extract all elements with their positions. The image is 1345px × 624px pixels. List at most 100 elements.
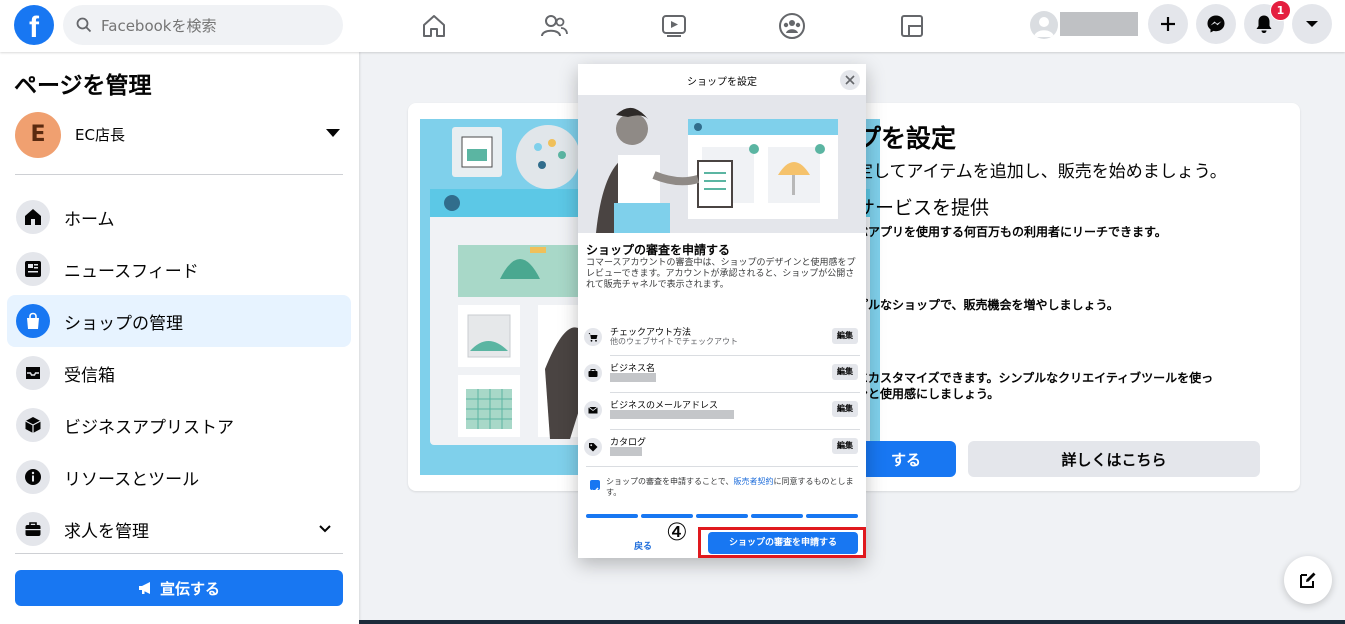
learn-more-button[interactable]: 詳しくはこちら: [968, 441, 1260, 477]
search-input[interactable]: [99, 5, 333, 47]
close-button[interactable]: [840, 70, 860, 90]
background-subtitle: サービスを提供: [856, 197, 990, 219]
search-icon: [76, 17, 92, 33]
bell-icon: [1256, 15, 1272, 33]
search-bar[interactable]: [63, 5, 343, 47]
home-icon: [25, 209, 41, 225]
compose-icon: [1300, 572, 1316, 588]
row-divider: [610, 355, 860, 356]
account-menu-button[interactable]: [1292, 4, 1332, 44]
row-divider: [586, 466, 858, 467]
row-divider: [610, 392, 860, 393]
terms-prefix: ショップの審査を申請することで、: [606, 477, 734, 486]
terms-text: ショップの審査を申請することで、販売者契約に同意するものとします。: [606, 476, 858, 498]
promote-button[interactable]: 宣伝する: [15, 570, 343, 606]
inbox-icon: [26, 367, 40, 379]
background-text: プルなショップで、販売機会を増やしましょう。: [856, 298, 1119, 312]
info-icon: [25, 469, 41, 485]
edit-button[interactable]: 編集: [832, 328, 858, 344]
dialog-description: コマースアカウントの審査中は、ショップのデザインと使用感をプレビューできます。ア…: [586, 258, 856, 290]
edit-button[interactable]: 編集: [832, 364, 858, 380]
shop-setup-dialog: ショップを設定 ショップの審査を申請する コマースアカウントの審査中は、ショップ…: [578, 64, 866, 558]
profile-name-redacted[interactable]: [1060, 12, 1138, 36]
terms-checkbox[interactable]: [590, 480, 600, 494]
sidebar-item-label: ビジネスアプリストア: [64, 417, 234, 438]
gaming-icon: [901, 15, 923, 37]
page-switcher-caret-icon[interactable]: [326, 129, 340, 137]
sidebar-item-shop-management[interactable]: ショップの管理: [7, 295, 351, 347]
highlight-box: [698, 527, 866, 558]
groups-icon: [779, 13, 805, 39]
news-feed-icon: [25, 261, 41, 277]
sidebar-item-resources-and-tools[interactable]: リソースとツール: [7, 451, 351, 503]
sidebar-divider: [15, 553, 343, 554]
briefcase-icon: [25, 522, 41, 536]
business-name-row: ビジネス名 編集: [584, 358, 860, 388]
sidebar-item-home[interactable]: ホーム: [7, 191, 351, 243]
shopping-bag-icon: [27, 312, 39, 329]
background-text: ぶアプリを使用する何百万もの利用者にリーチできます。: [856, 225, 1167, 239]
envelope-icon: [588, 406, 598, 414]
progress-segment: [586, 514, 638, 518]
home-icon: [423, 15, 445, 37]
messenger-icon: [1207, 15, 1225, 33]
cube-icon: [25, 417, 41, 433]
dialog-heading: ショップの審査を申請する: [586, 243, 731, 257]
page-name[interactable]: EC店長: [75, 124, 125, 145]
page-avatar[interactable]: E: [15, 112, 61, 158]
nav-gaming[interactable]: [882, 8, 942, 44]
sidebar-item-inbox[interactable]: 受信箱: [7, 347, 351, 399]
progress-segment: [806, 514, 858, 518]
megaphone-icon: [138, 582, 150, 594]
sidebar-item-news-feed[interactable]: ニュースフィード: [7, 243, 351, 295]
sidebar-title: ページを管理: [14, 73, 152, 99]
background-title: プを設定: [856, 124, 957, 153]
background-text: にカスタマイズできます。シンプルなクリエイティブツールを使っ: [856, 371, 1214, 385]
chevron-down-icon[interactable]: [317, 521, 333, 537]
dialog-title: ショップを設定: [687, 77, 757, 88]
sidebar-item-label: 受信箱: [64, 365, 115, 386]
sidebar-item-label: ニュースフィード: [64, 261, 199, 282]
nav-groups[interactable]: [762, 8, 822, 44]
create-button[interactable]: [1148, 4, 1188, 44]
video-icon: [662, 15, 686, 37]
catalog-redacted: [610, 447, 642, 456]
business-email-row: ビジネスのメールアドレス 編集: [584, 395, 860, 425]
close-icon: [845, 75, 855, 85]
sidebar-item-label: ショップの管理: [64, 313, 183, 334]
promote-button-label: 宣伝する: [159, 579, 220, 598]
sidebar-item-label: 求人を管理: [64, 521, 149, 542]
edit-button[interactable]: 編集: [832, 438, 858, 454]
step-number-annotation: ④: [666, 518, 688, 546]
new-message-button[interactable]: [1284, 556, 1332, 604]
cart-icon: [588, 333, 598, 342]
avatar[interactable]: [1030, 11, 1058, 39]
top-navigation-bar: f 1: [0, 0, 1345, 52]
edit-button[interactable]: 編集: [832, 401, 858, 417]
background-primary-button[interactable]: する: [856, 441, 956, 477]
seller-agreement-link[interactable]: 販売者契約: [733, 477, 773, 486]
background-text: ンと使用感にしましょう。: [856, 387, 1000, 401]
catalog-row: カタログ 編集: [584, 432, 860, 462]
checkmark-icon: [591, 487, 599, 494]
sidebar-divider: [15, 174, 343, 175]
friends-icon: [541, 15, 568, 37]
messenger-button[interactable]: [1196, 4, 1236, 44]
nav-friends[interactable]: [524, 8, 584, 44]
sidebar-item-label: ホーム: [64, 209, 115, 230]
back-button[interactable]: 戻る: [634, 539, 652, 552]
progress-segment: [751, 514, 803, 518]
sidebar-item-business-app-store[interactable]: ビジネスアプリストア: [7, 399, 351, 451]
progress-segment: [696, 514, 748, 518]
checkout-method-row: チェックアウト方法 他のウェブサイトでチェックアウト 編集: [584, 322, 860, 352]
tag-icon: [589, 443, 598, 452]
business-email-redacted: [610, 410, 734, 419]
nav-watch[interactable]: [644, 8, 704, 44]
facebook-logo[interactable]: f: [14, 5, 54, 45]
sidebar-item-manage-jobs[interactable]: 求人を管理: [7, 503, 351, 555]
nav-home[interactable]: [404, 8, 464, 44]
plus-icon: [1161, 17, 1175, 31]
row-divider: [610, 429, 860, 430]
background-text: 定してアイテムを追加し、販売を始めましょう。: [856, 162, 1227, 182]
caret-down-icon: [1306, 21, 1318, 27]
